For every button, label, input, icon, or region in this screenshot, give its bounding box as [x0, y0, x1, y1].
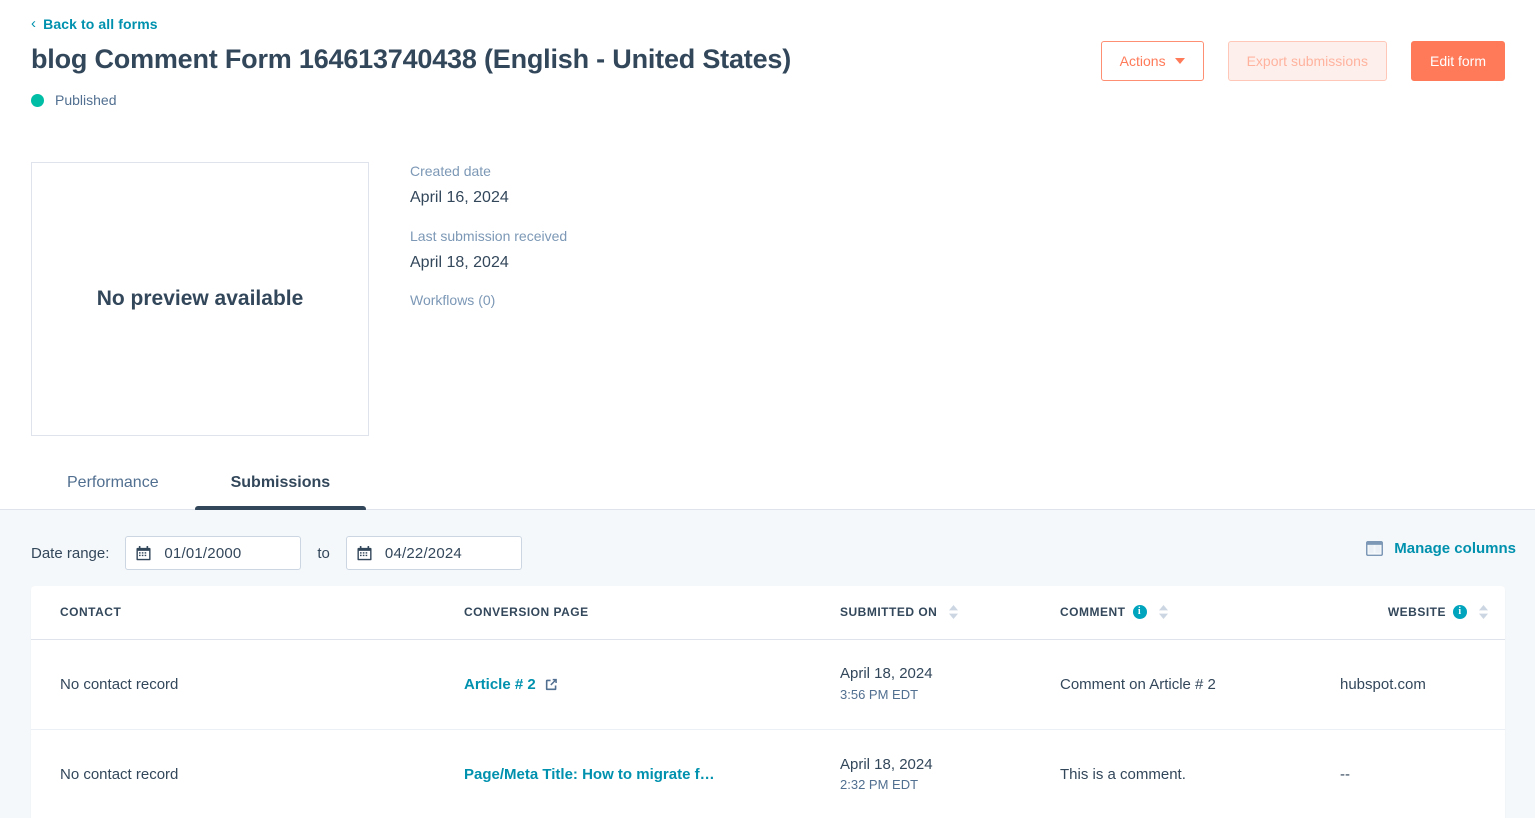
table-body: No contact record Article # 2 April 18, …	[31, 639, 1505, 818]
cell-contact: No contact record	[31, 639, 435, 729]
manage-columns-button[interactable]: Manage columns	[1366, 540, 1516, 557]
info-icon[interactable]: i	[1133, 605, 1147, 619]
conversion-page-label: Page/Meta Title: How to migrate f…	[464, 766, 715, 783]
status-badge: Published	[31, 92, 117, 108]
table-row[interactable]: No contact record Article # 2 April 18, …	[31, 639, 1505, 729]
info-icon[interactable]: i	[1453, 605, 1467, 619]
chevron-left-icon: ‹	[31, 16, 36, 31]
sort-icon[interactable]	[1478, 603, 1489, 621]
tab-performance[interactable]: Performance	[31, 475, 195, 509]
created-date-value: April 16, 2024	[410, 188, 830, 209]
status-label: Published	[55, 92, 117, 108]
start-date-value: 01/01/2000	[164, 545, 241, 562]
filter-bar: Date range: 01/01/2000 to	[0, 510, 1535, 586]
column-header-website-label: WEBSITE	[1388, 605, 1446, 619]
start-date-input[interactable]: 01/01/2000	[125, 536, 301, 570]
calendar-icon	[357, 546, 372, 561]
table-header-row: CONTACT CONVERSION PAGE SUBMITTED ON	[31, 586, 1505, 639]
external-link-icon	[544, 677, 559, 692]
edit-button-label: Edit form	[1430, 53, 1486, 69]
detail-tabs: Performance Submissions	[31, 475, 366, 509]
manage-columns-label: Manage columns	[1394, 540, 1516, 557]
submitted-time: 2:32 PM EDT	[840, 777, 1015, 794]
tab-submissions[interactable]: Submissions	[195, 475, 367, 509]
sort-icon[interactable]	[948, 603, 959, 621]
workflows-link[interactable]: Workflows (0)	[410, 292, 830, 308]
column-header-website[interactable]: WEBSITE i	[1311, 586, 1505, 639]
end-date-value: 04/22/2024	[385, 545, 462, 562]
calendar-icon	[136, 546, 151, 561]
cell-website: hubspot.com	[1311, 639, 1505, 729]
conversion-page-link[interactable]: Article # 2	[464, 676, 559, 693]
tab-submissions-label: Submissions	[231, 474, 331, 491]
last-submission-label: Last submission received	[410, 227, 830, 245]
column-header-contact-label: CONTACT	[60, 605, 121, 619]
actions-button-label: Actions	[1120, 53, 1166, 69]
column-header-submitted-on[interactable]: SUBMITTED ON	[811, 586, 1031, 639]
tab-performance-label: Performance	[67, 474, 159, 491]
header-actions: Actions Export submissions Edit form	[1101, 41, 1505, 81]
cell-conversion-page: Article # 2	[435, 639, 811, 729]
column-header-conversion-page[interactable]: CONVERSION PAGE	[435, 586, 811, 639]
export-button-label: Export submissions	[1247, 53, 1368, 69]
conversion-page-label: Article # 2	[464, 676, 536, 693]
columns-icon	[1366, 541, 1383, 556]
table-row[interactable]: No contact record Page/Meta Title: How t…	[31, 729, 1505, 818]
form-metadata: Created date April 16, 2024 Last submiss…	[410, 162, 830, 308]
column-header-submitted-on-label: SUBMITTED ON	[840, 605, 937, 619]
column-header-comment-label: COMMENT	[1060, 605, 1126, 619]
submissions-table: CONTACT CONVERSION PAGE SUBMITTED ON	[31, 586, 1505, 818]
conversion-page-link[interactable]: Page/Meta Title: How to migrate f…	[464, 766, 715, 783]
column-header-comment[interactable]: COMMENT i	[1031, 586, 1311, 639]
export-submissions-button[interactable]: Export submissions	[1228, 41, 1387, 81]
end-date-input[interactable]: 04/22/2024	[346, 536, 522, 570]
table-header: CONTACT CONVERSION PAGE SUBMITTED ON	[31, 586, 1505, 639]
column-header-contact[interactable]: CONTACT	[31, 586, 435, 639]
last-submission-value: April 18, 2024	[410, 253, 830, 274]
submitted-date: April 18, 2024	[840, 664, 1015, 684]
last-submission-group: Last submission received April 18, 2024	[410, 227, 830, 274]
cell-comment: Comment on Article # 2	[1031, 639, 1311, 729]
actions-dropdown-button[interactable]: Actions	[1101, 41, 1204, 81]
submitted-time: 3:56 PM EDT	[840, 687, 1015, 704]
edit-form-button[interactable]: Edit form	[1411, 41, 1505, 81]
cell-website: --	[1311, 729, 1505, 818]
submissions-panel: Date range: 01/01/2000 to	[0, 510, 1535, 818]
column-header-conversion-page-label: CONVERSION PAGE	[464, 605, 589, 619]
cell-contact: No contact record	[31, 729, 435, 818]
back-link-label: Back to all forms	[43, 16, 158, 32]
form-preview-card: No preview available	[31, 162, 369, 436]
cell-conversion-page: Page/Meta Title: How to migrate f…	[435, 729, 811, 818]
created-date-label: Created date	[410, 162, 830, 180]
status-dot-icon	[31, 94, 44, 107]
submitted-date: April 18, 2024	[840, 755, 1015, 775]
form-detail-header: ‹ Back to all forms blog Comment Form 16…	[0, 0, 1535, 510]
cell-submitted-on: April 18, 2024 3:56 PM EDT	[811, 639, 1031, 729]
created-date-group: Created date April 16, 2024	[410, 162, 830, 209]
chevron-down-icon	[1175, 58, 1185, 64]
page-title: blog Comment Form 164613740438 (English …	[31, 44, 791, 75]
no-preview-label: No preview available	[97, 287, 304, 311]
back-to-all-forms-link[interactable]: ‹ Back to all forms	[31, 16, 158, 32]
sort-icon[interactable]	[1158, 603, 1169, 621]
cell-submitted-on: April 18, 2024 2:32 PM EDT	[811, 729, 1031, 818]
submissions-table-card: CONTACT CONVERSION PAGE SUBMITTED ON	[31, 586, 1505, 818]
date-range-label: Date range:	[31, 545, 109, 562]
date-range-filter: Date range: 01/01/2000 to	[31, 536, 522, 570]
cell-comment: This is a comment.	[1031, 729, 1311, 818]
date-range-to-label: to	[317, 545, 330, 562]
